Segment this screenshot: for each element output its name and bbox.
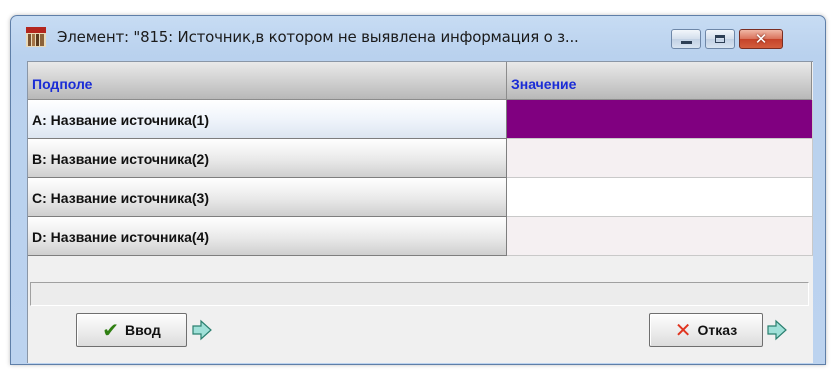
check-icon: ✔ [102,318,119,342]
minimize-icon [680,40,692,44]
value-cell[interactable] [507,139,813,178]
cancel-button-label: Отказ [697,322,738,338]
close-icon: ✕ [754,30,768,48]
subfield-grid: Подполе Значение A: Название источника(1… [28,62,813,274]
grid-row[interactable]: C: Название источника(3) [28,178,813,217]
grid-row[interactable]: D: Название источника(4) [28,217,813,256]
subfield-label-cell[interactable]: D: Название источника(4) [28,217,507,256]
grid-row[interactable]: B: Название источника(2) [28,139,813,178]
minimize-button[interactable] [671,29,701,49]
cross-icon: ✕ [674,318,692,342]
value-cell[interactable] [507,217,813,256]
maximize-icon [715,35,725,43]
subfield-label-cell[interactable]: C: Название источника(3) [28,178,507,217]
window-title: Элемент: "815: Источник,в котором не выя… [57,28,579,46]
arrow-right-icon[interactable] [191,319,213,341]
grid-row[interactable]: A: Название источника(1) [28,100,813,139]
arrow-right-icon[interactable] [766,319,788,341]
subfield-label-cell[interactable]: B: Название источника(2) [28,139,507,178]
irbis-books-icon [26,27,46,47]
value-cell[interactable] [507,178,813,217]
enter-button-label: Ввод [124,322,161,338]
cancel-button[interactable]: ✕ Отказ [649,313,763,347]
enter-button[interactable]: ✔ Ввод [76,313,187,347]
dialog-body: Подполе Значение A: Название источника(1… [27,61,813,363]
title-bar[interactable]: Элемент: "815: Источник,в котором не выя… [11,16,825,56]
close-button[interactable]: ✕ [739,29,783,49]
subfield-label-cell[interactable]: A: Название источника(1) [28,100,507,139]
status-field [30,282,809,306]
column-header-value[interactable]: Значение [507,62,812,100]
dialog-window: Элемент: "815: Источник,в котором не выя… [10,15,826,365]
maximize-button[interactable] [705,29,735,49]
column-header-subfield[interactable]: Подполе [28,62,507,100]
value-cell[interactable] [507,100,813,139]
